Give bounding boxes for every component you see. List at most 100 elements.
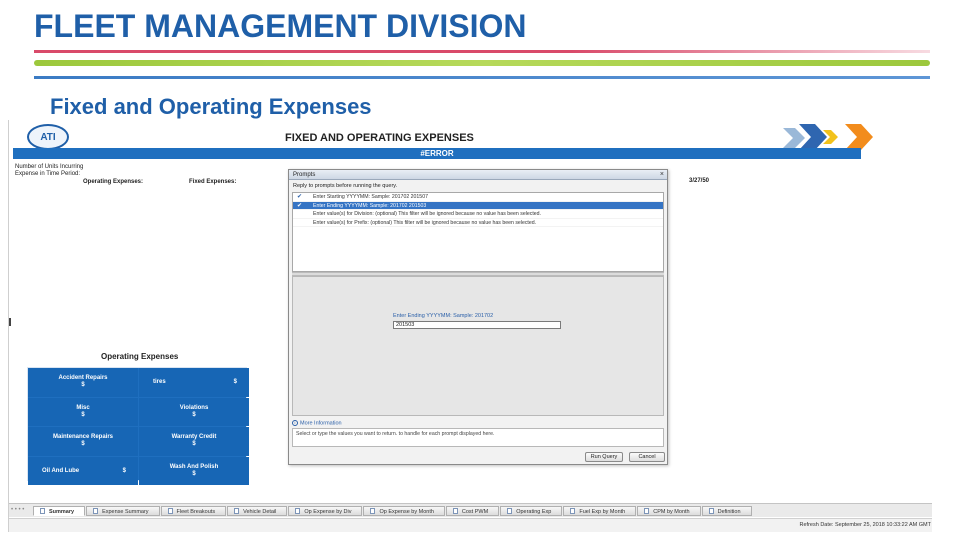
expense-value: $ — [192, 411, 196, 418]
more-information-header[interactable]: i More Information — [292, 420, 342, 426]
report-title: FIXED AND OPERATING EXPENSES — [285, 132, 474, 144]
expense-value: $ — [122, 467, 126, 474]
expense-name: Misc — [76, 404, 90, 411]
close-icon[interactable]: × — [660, 170, 664, 180]
tab-cost-pwm[interactable]: Cost PWM — [445, 506, 500, 516]
tab-op-expense-by-month[interactable]: Op Expense by Month — [363, 506, 445, 516]
date-fragment: 3/27/50 — [689, 178, 710, 184]
tab-label: Definition — [717, 509, 741, 515]
tab-vehicle-detail[interactable]: Vehicle Detail — [227, 506, 288, 516]
tab-label: Operating Exp — [516, 509, 552, 515]
expense-name: tires — [153, 379, 166, 385]
run-query-button[interactable]: Run Query — [585, 452, 623, 462]
panel-resize-handle[interactable] — [9, 318, 11, 326]
tab-cpm-by-month[interactable]: CPM by Month — [637, 506, 701, 516]
tab-operating-exp[interactable]: Operating Exp — [500, 506, 563, 516]
expense-name: Accident Repairs — [58, 375, 108, 381]
expense-value: $ — [192, 470, 196, 477]
expense-cell-misc: Misc $ — [28, 397, 138, 426]
status-bar: Refresh Date: September 25, 2018 10:33:2… — [9, 518, 932, 532]
tab-label: Op Expense by Month — [379, 509, 434, 515]
expense-cell-tires: tires $ — [139, 368, 249, 397]
tab-summary[interactable]: Summary — [33, 506, 86, 516]
fixed-expenses-label: Fixed Expenses: — [189, 179, 237, 185]
report-tab-bar: • • • • Summary Expense Summary Fleet Br… — [9, 503, 932, 517]
report-page-icon — [167, 508, 173, 514]
prompt-item-label: Enter Starting YYYYMM: Sample: 201702 20… — [313, 194, 428, 200]
tab-fleet-breakouts[interactable]: Fleet Breakouts — [160, 506, 227, 516]
ending-yyyymm-label: Enter Ending YYYYMM: Sample: 201702 — [393, 313, 494, 319]
red-divider-line — [34, 50, 930, 53]
report-page-icon — [295, 508, 301, 514]
prompt-item-prefix[interactable]: Enter value(s) for Prefix: (optional) Th… — [293, 219, 663, 227]
tab-label: Cost PWM — [461, 509, 489, 515]
expense-name: Violations — [179, 404, 209, 411]
operating-expenses-label: Operating Expenses: — [83, 179, 144, 185]
tab-label: Fuel Exp by Month — [579, 509, 626, 515]
tab-label: Expense Summary — [102, 509, 149, 515]
expense-value: $ — [81, 441, 85, 447]
prompt-item-division[interactable]: Enter value(s) for Division: (optional) … — [293, 210, 663, 219]
tab-expense-summary[interactable]: Expense Summary — [86, 506, 160, 516]
report-page-icon — [40, 508, 45, 514]
expense-name: Wash And Polish — [169, 463, 219, 470]
expense-cell-accident-repairs: Accident Repairs $ — [28, 368, 138, 397]
report-page-icon — [507, 508, 513, 514]
expense-cell-oil-and-lube: Oil And Lube $ — [28, 456, 138, 485]
expense-cell-warranty-credit: Warranty Credit $ — [139, 427, 249, 456]
report-tabs: Summary Expense Summary Fleet Breakouts … — [33, 506, 753, 516]
operating-expenses-grid: Accident Repairs $ tires $ Misc $ Violat… — [27, 367, 249, 485]
tab-scroll-dots[interactable]: • • • • — [11, 507, 24, 513]
expense-value: $ — [81, 382, 85, 388]
more-information-text: Select or type the values you want to re… — [292, 428, 664, 447]
expense-cell-violations: Violations $ — [139, 397, 249, 426]
tab-label: CPM by Month — [653, 509, 690, 515]
report-page-icon — [570, 508, 576, 514]
prompts-dialog: Prompts × Reply to prompts before runnin… — [288, 169, 668, 465]
refresh-date: Refresh Date: September 25, 2018 10:33:2… — [799, 522, 931, 528]
tab-op-expense-by-div[interactable]: Op Expense by Div — [288, 506, 363, 516]
report-page-icon — [370, 508, 376, 514]
dialog-instruction: Reply to prompts before running the quer… — [293, 183, 398, 189]
tab-fuel-exp-by-month[interactable]: Fuel Exp by Month — [563, 506, 637, 516]
slide-title: FLEET MANAGEMENT DIVISION — [34, 8, 527, 44]
prompt-list: ✔ Enter Starting YYYYMM: Sample: 201702 … — [292, 192, 664, 272]
tab-label: Fleet Breakouts — [176, 509, 216, 515]
report-page-icon — [708, 508, 714, 514]
tab-label: Vehicle Detail — [243, 509, 277, 515]
prompt-item-label: Enter Ending YYYYMM: Sample: 201702 2015… — [313, 202, 427, 209]
blue-divider-line — [34, 76, 930, 79]
expense-value: $ — [233, 379, 237, 385]
cancel-button[interactable]: Cancel — [629, 452, 665, 462]
tab-label: Op Expense by Div — [304, 509, 352, 515]
prompt-item-starting-yyyymm[interactable]: ✔ Enter Starting YYYYMM: Sample: 201702 … — [293, 193, 663, 202]
dialog-title-bar[interactable]: Prompts × — [289, 170, 667, 180]
expense-value: $ — [192, 441, 196, 447]
ending-yyyymm-input[interactable] — [393, 321, 561, 329]
prompt-item-ending-yyyymm[interactable]: ✔ Enter Ending YYYYMM: Sample: 201702 20… — [293, 201, 663, 210]
expense-name: Warranty Credit — [171, 434, 217, 440]
report-page-icon — [234, 508, 240, 514]
prompt-entry-area: Enter Ending YYYYMM: Sample: 201702 — [292, 276, 664, 416]
error-banner: #ERROR — [13, 148, 861, 159]
prompt-item-label: Enter value(s) for Division: (optional) … — [313, 211, 541, 217]
expense-value: $ — [81, 411, 85, 418]
report-page-icon — [452, 508, 458, 514]
operating-expenses-grid-title: Operating Expenses — [101, 352, 179, 361]
tab-label: Summary — [49, 509, 75, 515]
company-logo: ATI — [27, 124, 69, 150]
prompt-item-label: Enter value(s) for Prefix: (optional) Th… — [313, 219, 537, 226]
expense-cell-wash-and-polish: Wash And Polish $ — [139, 456, 249, 485]
slide-subtitle: Fixed and Operating Expenses — [50, 94, 372, 119]
expense-name: Oil And Lube — [42, 467, 80, 474]
report-page-icon — [93, 508, 99, 514]
tab-definition[interactable]: Definition — [701, 506, 752, 516]
more-information-label: More Information — [300, 420, 342, 427]
report-screenshot: ATI FIXED AND OPERATING EXPENSES #ERROR … — [8, 120, 932, 532]
check-icon: ✔ — [297, 194, 303, 200]
check-icon: ✔ — [297, 202, 303, 209]
expense-name: Maintenance Repairs — [52, 434, 114, 440]
green-divider-line — [34, 60, 930, 66]
report-page-icon — [644, 508, 650, 514]
dialog-title: Prompts — [293, 172, 316, 178]
